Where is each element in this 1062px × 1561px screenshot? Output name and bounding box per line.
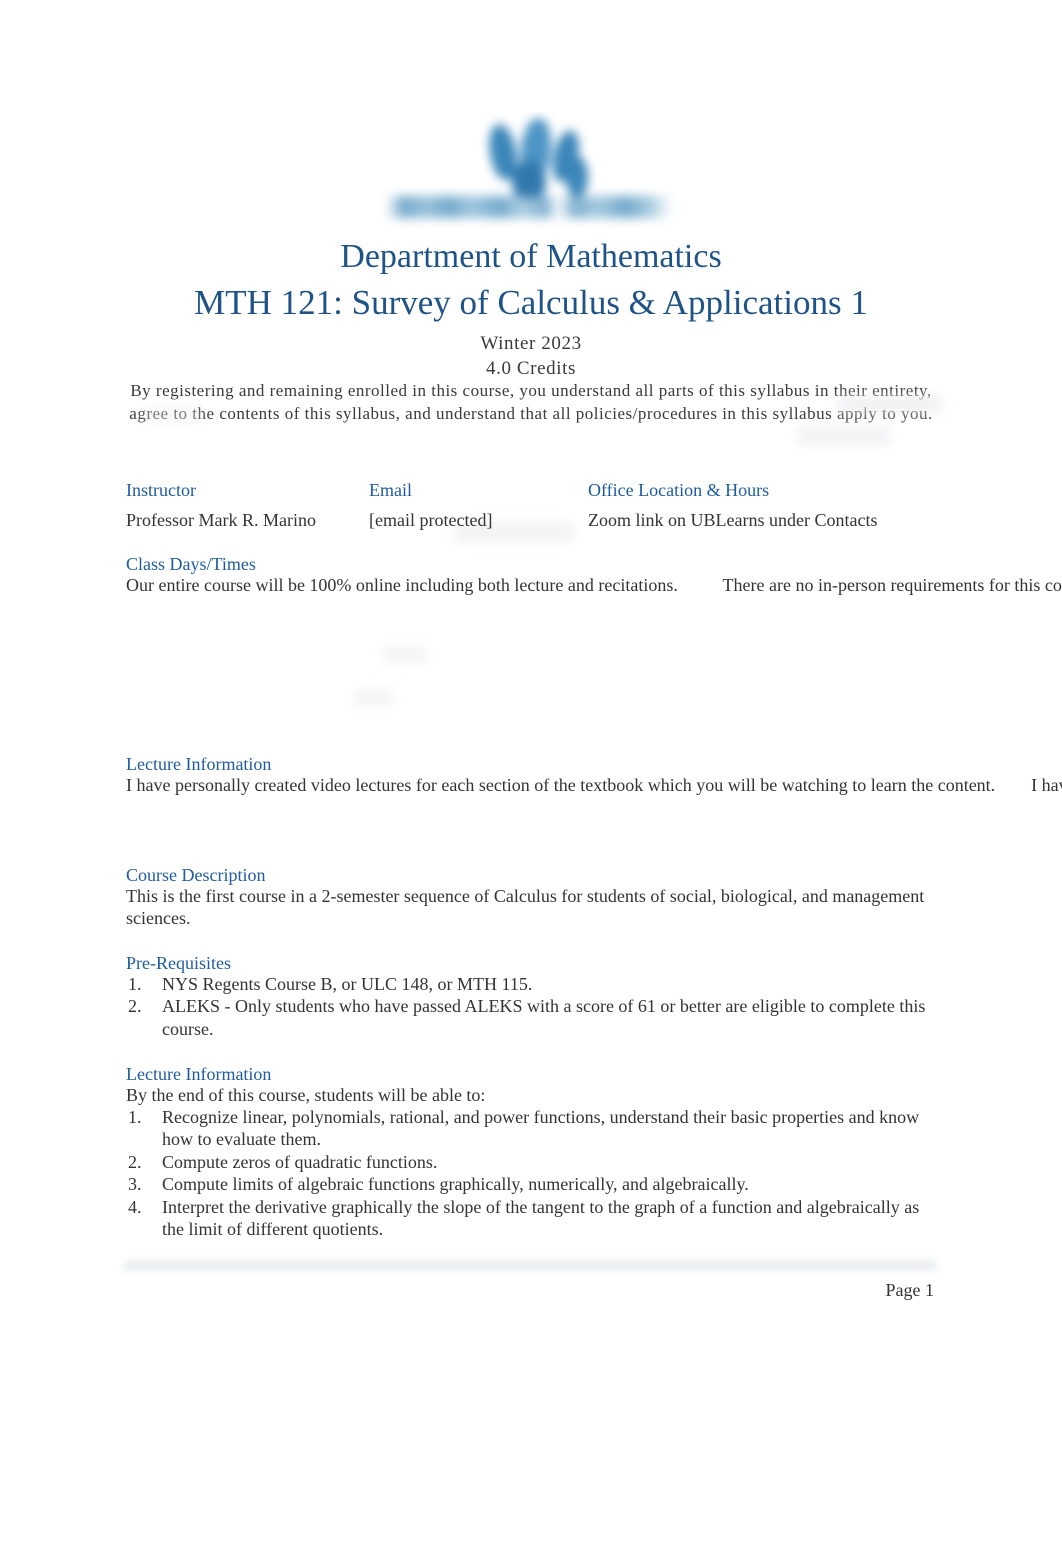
instructor-name: Professor Mark R. Marino [126, 510, 316, 530]
section-heading-course-description: Course Description [126, 865, 266, 885]
list-item-text: NYS Regents Course B, or ULC 148, or MTH… [162, 974, 533, 994]
list-item-number: 2. [128, 1151, 142, 1172]
syllabus-page: Department of Mathematics MTH 121: Surve… [0, 0, 1062, 1561]
list-item-number: 3. [128, 1174, 142, 1195]
footer-divider [124, 1260, 936, 1271]
enrollment-agreement-text: By registering and remaining enrolled in… [129, 381, 933, 423]
list-item: 1. Recognize linear, polynomials, rationa… [126, 1106, 944, 1151]
list-item: 1. NYS Regents Course B, or ULC 148, or M… [126, 973, 944, 995]
list-item-text: Recognize linear, polynomials, rational,… [162, 1107, 920, 1150]
logo-graphic [378, 116, 678, 230]
list-item: 2. Compute zeros of quadratic functions. [126, 1151, 944, 1173]
list-item: 3. Compute limits of algebraic functions … [126, 1173, 944, 1195]
list-item-text: ALEKS - Only students who have passed AL… [162, 996, 926, 1039]
logo-wordmark [386, 196, 672, 218]
learning-outcomes-list: 1. Recognize linear, polynomials, rationa… [126, 1106, 944, 1240]
section-body-lecture-information: I have personally created video lectures… [126, 775, 1062, 795]
office-column-header: Office Location & Hours [588, 480, 770, 500]
section-body-class-days: Our entire course will be 100% online in… [126, 575, 1062, 595]
course-title: MTH 121: Survey of Calculus & Applicatio… [194, 283, 868, 322]
email-column-header: Email [369, 480, 412, 500]
university-at-buffalo-logo [250, 112, 810, 234]
term-label: Winter 2023 [480, 333, 582, 354]
section-heading-prerequisites: Pre-Requisites [126, 953, 231, 973]
office-location-hours: Zoom link on UBLearns under Contacts [588, 510, 878, 530]
list-item-text: Compute limits of algebraic functions gr… [162, 1174, 749, 1195]
logo-shape-5 [566, 156, 588, 198]
section-heading-learning-outcomes: Lecture Information [126, 1064, 272, 1084]
list-item-number: 2. [128, 996, 142, 1017]
page-number: Page 1 [885, 1280, 935, 1300]
section-heading-lecture-information: Lecture Information [126, 754, 272, 774]
section-heading-class-days: Class Days/Times [126, 554, 256, 574]
section-body-course-description: This is the first course in a 2-semester… [126, 886, 925, 929]
prerequisites-list: 1. NYS Regents Course B, or ULC 148, or M… [126, 973, 944, 1040]
list-item-text: Compute zeros of quadratic functions. [162, 1151, 438, 1172]
list-item-number: 1. [128, 974, 142, 994]
department-title: Department of Mathematics [340, 238, 722, 275]
redaction-smudge [798, 428, 890, 444]
redaction-smudge [355, 690, 393, 706]
list-item-number: 4. [128, 1196, 142, 1217]
instructor-column-header: Instructor [126, 480, 196, 500]
redaction-smudge [383, 646, 427, 662]
list-item-number: 1. [128, 1107, 142, 1127]
instructor-email: [email protected] [369, 510, 493, 530]
credits-label: 4.0 Credits [486, 358, 576, 379]
learning-outcomes-intro: By the end of this course, students will… [126, 1085, 486, 1105]
list-item: 4. Interpret the derivative graphically t… [126, 1196, 944, 1241]
list-item: 2. ALEKS - Only students who have passed … [126, 995, 944, 1040]
list-item-text: Interpret the derivative graphically the… [162, 1196, 920, 1240]
